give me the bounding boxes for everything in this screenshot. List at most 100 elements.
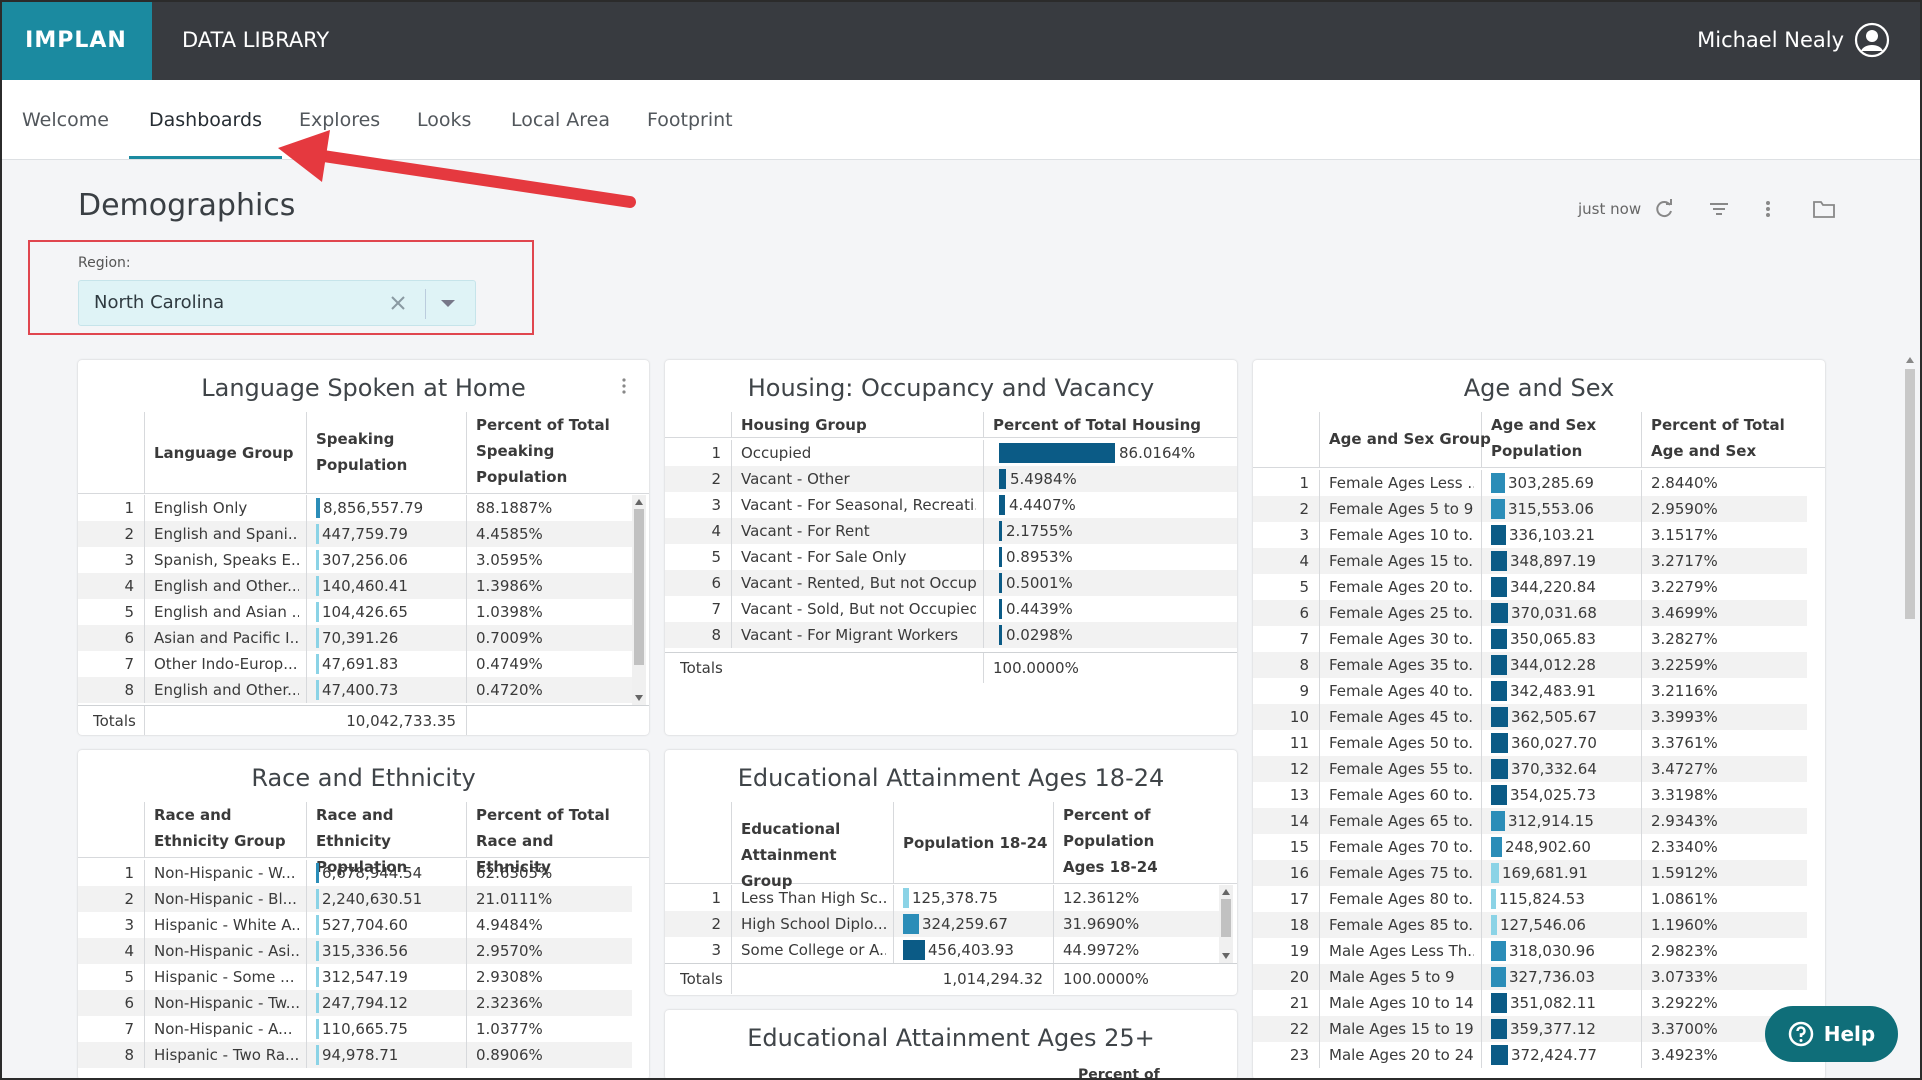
tab-welcome[interactable]: Welcome (2, 80, 129, 160)
table-row[interactable]: 6 Vacant - Rented, But not Occup... 0.5001… (665, 570, 1237, 596)
more-options-icon[interactable] (1762, 196, 1774, 222)
refresh-icon[interactable] (1653, 196, 1675, 222)
table-row[interactable]: 8 Female Ages 35 to... 344,012.28 3.2259% (1253, 652, 1807, 678)
value-bar (999, 599, 1002, 619)
help-button[interactable]: Help (1765, 1006, 1898, 1062)
table-row[interactable]: 10 Female Ages 45 to... 362,505.67 3.3993% (1253, 704, 1807, 730)
table-row[interactable]: 4 Vacant - For Rent 2.1755% (665, 518, 1237, 544)
table-row[interactable]: 8 English and Other... 47,400.73 0.4720% (78, 677, 632, 703)
page-scrollbar[interactable] (1903, 355, 1917, 1080)
table-row[interactable]: 2 Non-Hispanic - Bl... 2,240,630.51 21.0111… (78, 886, 632, 912)
tile-education-25-plus: Educational Attainment Ages 25+ Percent … (665, 1010, 1237, 1080)
column-header[interactable]: Percent of Total Housing (993, 412, 1201, 438)
last-updated-text: just now (1578, 200, 1642, 218)
table-row[interactable]: 5 Female Ages 20 to... 344,220.84 3.2279% (1253, 574, 1807, 600)
table-row[interactable]: 2 Female Ages 5 to 9 315,553.06 2.9590% (1253, 496, 1807, 522)
table-row[interactable]: 14 Female Ages 65 to... 312,914.15 2.9343% (1253, 808, 1807, 834)
row-number: 2 (124, 890, 134, 908)
row-divider (1481, 782, 1482, 808)
table-row[interactable]: 19 Male Ages Less Th... 318,030.96 2.9823% (1253, 938, 1807, 964)
table-row[interactable]: 4 Female Ages 15 to... 348,897.19 3.2717% (1253, 548, 1807, 574)
row-divider (466, 573, 467, 599)
row-divider (1319, 626, 1320, 652)
column-header[interactable]: Percent of Total Speaking Population (476, 412, 616, 490)
group-cell: High School Diplo... (741, 915, 886, 933)
percent-cell: 3.2259% (1651, 656, 1718, 674)
row-divider (731, 622, 732, 648)
table-row[interactable]: 3 Vacant - For Seasonal, Recreati... 4.440… (665, 492, 1237, 518)
table-row[interactable]: 8 Hispanic - Two Ra... 94,978.71 0.8906% (78, 1042, 632, 1068)
table-row[interactable]: 5 English and Asian ... 104,426.65 1.0398% (78, 599, 632, 625)
row-number: 1 (1299, 474, 1309, 492)
totals-value: 1,014,294.32 (942, 970, 1043, 988)
table-row[interactable]: 21 Male Ages 10 to 14 351,082.11 3.2922% (1253, 990, 1807, 1016)
table-row[interactable]: 7 Non-Hispanic - A... 110,665.75 1.0377% (78, 1016, 632, 1042)
table-row[interactable]: 18 Female Ages 85 to... 127,546.06 1.1960% (1253, 912, 1807, 938)
table-row[interactable]: 3 Some College or A... 456,403.93 44.9972% (665, 937, 1219, 963)
tab-dashboards[interactable]: Dashboards (129, 80, 282, 159)
table-row[interactable]: 6 Non-Hispanic - Tw... 247,794.12 2.3236% (78, 990, 632, 1016)
table-row[interactable]: 2 English and Spani... 447,759.79 4.4585% (78, 521, 632, 547)
table-row[interactable]: 16 Female Ages 75 to... 169,681.91 1.5912% (1253, 860, 1807, 886)
table-row[interactable]: 3 Spanish, Speaks E... 307,256.06 3.0595% (78, 547, 632, 573)
column-header[interactable]: Race and Ethnicity Group (154, 802, 304, 854)
implan-logo[interactable]: IMPLAN (0, 0, 152, 80)
table-row[interactable]: 22 Male Ages 15 to 19 359,377.12 3.3700% (1253, 1016, 1807, 1042)
scrollbar[interactable] (1219, 885, 1233, 963)
table-row[interactable]: 1 English Only 8,856,557.79 88.1887% (78, 495, 632, 521)
table-row[interactable]: 23 Male Ages 20 to 24 372,424.77 3.4923% (1253, 1042, 1807, 1068)
table-row[interactable]: 1 Less Than High Sc... 125,378.75 12.3612% (665, 885, 1219, 911)
row-divider (1481, 938, 1482, 964)
row-divider (1641, 938, 1642, 964)
table-row[interactable]: 15 Female Ages 70 to... 248,902.60 2.3340% (1253, 834, 1807, 860)
user-avatar-icon[interactable] (1854, 22, 1890, 58)
scrollbar[interactable] (632, 495, 646, 705)
table-row[interactable]: 8 Vacant - For Migrant Workers 0.0298% (665, 622, 1237, 648)
population-cell: 344,012.28 (1510, 656, 1596, 674)
column-header[interactable]: Percent of Total Age and Sex (1651, 412, 1791, 464)
row-divider (306, 1016, 307, 1042)
percent-cell: 3.3761% (1651, 734, 1718, 752)
table-row[interactable]: 4 Non-Hispanic - Asi... 315,336.56 2.9570% (78, 938, 632, 964)
column-header[interactable]: Speaking Population (316, 426, 426, 478)
column-header[interactable]: Population 18-24 (903, 830, 1047, 856)
user-name[interactable]: Michael Nealy (1697, 0, 1844, 80)
table-row[interactable]: 2 High School Diplo... 324,259.67 31.9690% (665, 911, 1219, 937)
column-header[interactable]: Percent of Population Ages 18-24 (1063, 802, 1193, 880)
table-row[interactable]: 7 Other Indo-Europ... 47,691.83 0.4749% (78, 651, 632, 677)
table-row[interactable]: 7 Vacant - Sold, But not Occupied 0.4439% (665, 596, 1237, 622)
table-row[interactable]: 13 Female Ages 60 to... 354,025.73 3.3198% (1253, 782, 1807, 808)
column-header[interactable]: Housing Group (741, 412, 867, 438)
table-row[interactable]: 3 Hispanic - White A... 527,704.60 4.9484% (78, 912, 632, 938)
table-row[interactable]: 5 Hispanic - Some ... 312,547.19 2.9308% (78, 964, 632, 990)
column-header[interactable]: Language Group (154, 440, 299, 466)
table-row[interactable]: 11 Female Ages 50 to... 360,027.70 3.3761% (1253, 730, 1807, 756)
table-row[interactable]: 1 Non-Hispanic - W... 6,678,944.54 62.6305% (78, 860, 632, 886)
table-row[interactable]: 5 Vacant - For Sale Only 0.8953% (665, 544, 1237, 570)
table-row[interactable]: 7 Female Ages 30 to... 350,065.83 3.2827% (1253, 626, 1807, 652)
table-row[interactable]: 20 Male Ages 5 to 9 327,736.03 3.0733% (1253, 964, 1807, 990)
table-row[interactable]: 12 Female Ages 55 to... 370,332.64 3.4727% (1253, 756, 1807, 782)
tile-menu-icon[interactable] (621, 376, 627, 396)
column-header[interactable]: Age and Sex Population (1491, 412, 1611, 464)
row-divider (466, 990, 467, 1016)
group-cell: Female Ages 70 to... (1329, 838, 1474, 856)
table-row[interactable]: 6 Female Ages 25 to... 370,031.68 3.4699% (1253, 600, 1807, 626)
table-row[interactable]: 4 English and Other... 140,460.41 1.3986% (78, 573, 632, 599)
column-header[interactable]: Educational Attainment Group (741, 816, 881, 894)
table-row[interactable]: 1 Female Ages Less ... 303,285.69 2.8440% (1253, 470, 1807, 496)
table-row[interactable]: 1 Occupied 86.0164% (665, 440, 1237, 466)
filter-icon[interactable] (1708, 196, 1730, 222)
page-scrollbar-thumb[interactable] (1905, 369, 1915, 619)
table-row[interactable]: 2 Vacant - Other 5.4984% (665, 466, 1237, 492)
percent-cell: 4.4585% (476, 525, 543, 543)
table-row[interactable]: 6 Asian and Pacific I... 70,391.26 0.7009% (78, 625, 632, 651)
folder-icon[interactable] (1812, 196, 1836, 222)
table-row[interactable]: 17 Female Ages 80 to... 115,824.53 1.0861% (1253, 886, 1807, 912)
group-cell: Hispanic - White A... (154, 916, 299, 934)
column-header[interactable]: Age and Sex Group (1329, 426, 1491, 452)
table-row[interactable]: 3 Female Ages 10 to... 336,103.21 3.1517% (1253, 522, 1807, 548)
tile-housing: Housing: Occupancy and Vacancy Housing G… (665, 360, 1237, 735)
column-header[interactable]: Percent of (1078, 1062, 1160, 1080)
table-row[interactable]: 9 Female Ages 40 to... 342,483.91 3.2116% (1253, 678, 1807, 704)
